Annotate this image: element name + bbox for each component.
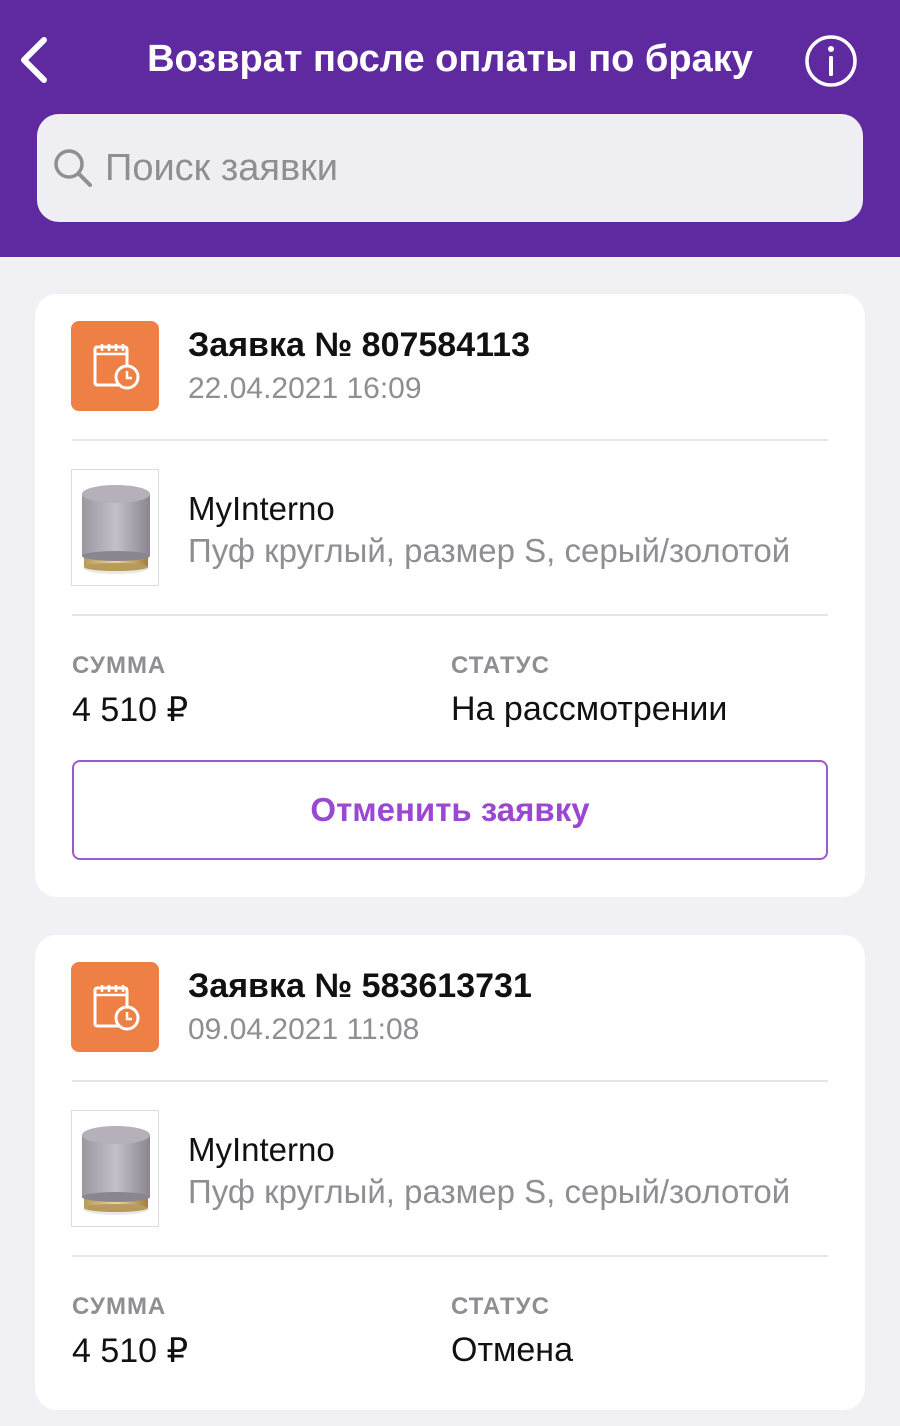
product-brand: MyInterno [188,1131,335,1168]
request-card[interactable]: Заявка № 583613731 09.04.2021 11:08 MyIn… [35,935,865,1410]
amount-label: СУММА [72,652,167,679]
amount-value: 4 510 ₽ [72,691,189,729]
calendar-clock-icon [93,344,140,390]
back-button[interactable] [14,34,58,86]
product-image[interactable] [71,469,159,586]
search-icon [54,149,92,187]
divider [72,1255,828,1257]
chevron-left-icon [21,37,47,83]
product-image[interactable] [71,1110,159,1227]
amount-label: СУММА [72,1293,167,1320]
request-icon [71,321,159,411]
amount-value: 4 510 ₽ [72,1332,189,1370]
request-date: 09.04.2021 11:08 [188,1013,420,1046]
search-bar [37,114,863,222]
product-description: Пуф круглый, размер S, серый/золотой [188,1173,791,1210]
calendar-clock-icon [93,985,140,1031]
info-icon [805,35,857,87]
divider [72,1080,828,1082]
info-button[interactable] [804,34,858,88]
divider [72,439,828,441]
request-number: Заявка № 807584113 [188,326,530,364]
status-label: СТАТУС [451,652,550,679]
product-description: Пуф круглый, размер S, серый/золотой [188,532,791,569]
app-header: Возврат после оплаты по браку [0,0,900,257]
request-icon [71,962,159,1052]
cancel-request-button[interactable]: Отменить заявку [72,760,828,860]
page-title: Возврат после оплаты по браку [147,38,753,80]
pouf-image [82,485,150,574]
status-label: СТАТУС [451,1293,550,1320]
status-value: На рассмотрении [451,690,728,728]
search-input[interactable] [105,114,845,222]
pouf-image [82,1126,150,1215]
request-date: 22.04.2021 16:09 [188,372,422,405]
divider [72,614,828,616]
request-card[interactable]: Заявка № 807584113 22.04.2021 16:09 MyIn… [35,294,865,897]
product-brand: MyInterno [188,490,335,527]
status-value: Отмена [451,1331,573,1369]
request-number: Заявка № 583613731 [188,967,532,1005]
